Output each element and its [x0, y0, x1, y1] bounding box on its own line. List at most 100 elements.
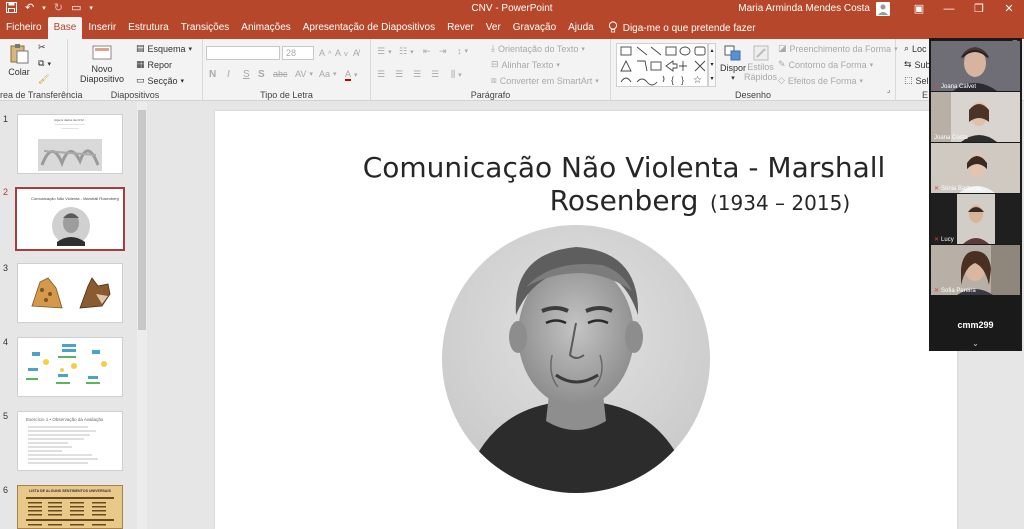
- tab-estrutura[interactable]: Estrutura: [122, 17, 175, 39]
- strike-button[interactable]: S: [258, 69, 265, 80]
- chevron-down-icon[interactable]: ⌄: [929, 339, 1022, 348]
- participant-tile[interactable]: ✕ Joana Calvet: [931, 41, 1020, 91]
- font-size-select[interactable]: 28: [282, 46, 314, 60]
- align-center-button[interactable]: ☰: [395, 69, 403, 80]
- shape-outline-label: Contorno da Forma: [788, 59, 867, 70]
- align-left-button[interactable]: ☰: [377, 69, 385, 80]
- shadow-button[interactable]: abc: [273, 69, 288, 79]
- search-icon: ⌕: [904, 43, 910, 53]
- grow-font-button[interactable]: A ^: [319, 48, 332, 58]
- participant-tile[interactable]: ✕ Lucy: [931, 194, 1020, 244]
- reset-button[interactable]: ▦ Repor: [136, 59, 172, 70]
- line-spacing-button[interactable]: ↕ ▾: [457, 46, 468, 56]
- columns-button[interactable]: ⫼ ▾: [451, 69, 462, 80]
- thumbnails-scrollbar[interactable]: [137, 102, 147, 529]
- line-spacing-icon: ↕: [457, 46, 462, 56]
- shapes-scroll[interactable]: ▴ ▾ ▾: [708, 43, 716, 87]
- arrange-label: Dispor: [720, 63, 747, 73]
- find-button[interactable]: ⌕ Loc: [904, 43, 927, 54]
- format-painter-button[interactable]: 🖌: [38, 74, 49, 85]
- font-family-select[interactable]: [206, 46, 280, 60]
- minimize-icon[interactable]: —: [934, 3, 964, 15]
- replace-icon: ⇆: [904, 59, 912, 69]
- paste-label: Colar: [8, 67, 30, 77]
- thumbnail-preview-selected[interactable]: Comunicação Não Violenta - Marshall Rose…: [15, 187, 125, 251]
- portrait-image[interactable]: [442, 225, 710, 493]
- shape-fill-label: Preenchimento da Forma: [789, 43, 892, 54]
- cut-button[interactable]: ✂: [38, 42, 46, 53]
- italic-button[interactable]: I: [227, 69, 230, 80]
- increase-indent-button[interactable]: ⇥: [439, 46, 447, 57]
- copy-button[interactable]: ⧉ ▾: [38, 58, 51, 69]
- tab-transicoes[interactable]: Transições: [175, 17, 236, 39]
- thumbnail-number: 6: [3, 485, 9, 495]
- restore-icon[interactable]: ❐: [964, 2, 994, 15]
- layout-icon: ▤: [136, 43, 145, 53]
- thumbnail-number: 2: [3, 187, 9, 197]
- smartart-button[interactable]: ⧈ Converter em SmartArt ▾: [491, 75, 599, 86]
- avatar[interactable]: [876, 1, 890, 16]
- decrease-indent-button[interactable]: ⇤: [423, 46, 431, 57]
- participant-name: Joana Costa: [934, 135, 968, 141]
- participant-tile[interactable]: ✕ Sónia Barbosa: [931, 143, 1020, 193]
- quick-styles-button[interactable]: Estilos Rápidos: [744, 44, 777, 82]
- paste-button[interactable]: Colar: [8, 43, 30, 77]
- text-direction-button[interactable]: ⤓ Orientação do Texto ▾: [491, 43, 585, 54]
- scrollbar-thumb[interactable]: [138, 110, 146, 330]
- shapes-gallery[interactable]: {} ☆: [616, 43, 708, 87]
- section-icon: ▭: [136, 75, 145, 85]
- align-right-icon: ☰: [413, 69, 422, 79]
- align-text-button[interactable]: ⊟ Alinhar Texto ▾: [491, 59, 560, 70]
- underline-label: S: [243, 69, 250, 80]
- justify-button[interactable]: ☰: [431, 69, 439, 80]
- tab-animacoes[interactable]: Animações: [235, 17, 296, 39]
- thumbnail-preview[interactable]: [17, 263, 123, 323]
- participant-tile[interactable]: Joana Costa: [931, 92, 1020, 142]
- section-button[interactable]: ▭ Secção ▾: [136, 75, 184, 86]
- thumbnail-preview[interactable]: LISTA DE ALGUNS SENTIMENTOS UNIVERSAIS: [17, 485, 123, 529]
- shape-effects-button[interactable]: ◇ Efeitos de Forma ▾: [778, 75, 863, 86]
- ribbon-display-icon[interactable]: ▣: [904, 2, 934, 15]
- current-slide[interactable]: Comunicação Não Violenta - Marshall Rose…: [215, 111, 957, 529]
- tell-me-search[interactable]: Diga-me o que pretende fazer: [600, 17, 756, 39]
- clear-format-button[interactable]: A̸: [353, 48, 359, 58]
- tab-base[interactable]: Base: [47, 17, 83, 39]
- participant-name: ✕ Joana Calvet: [934, 83, 977, 91]
- numbering-button[interactable]: ☷ ▾: [399, 46, 414, 57]
- align-right-button[interactable]: ☰: [413, 69, 421, 80]
- clipboard-label: rea de Transferência: [0, 90, 83, 100]
- tab-ficheiro[interactable]: Ficheiro: [0, 17, 48, 39]
- shape-fill-button[interactable]: ◪ Preenchimento da Forma ▾: [778, 43, 898, 54]
- participant-tile[interactable]: ✕ Sofia Pereira: [931, 245, 1020, 295]
- bold-button[interactable]: N: [209, 69, 216, 80]
- user-name[interactable]: Maria Arminda Mendes Costa: [738, 3, 870, 14]
- tab-ver[interactable]: Ver: [480, 17, 507, 39]
- slide-subtitle[interactable]: (1934 – 2015): [710, 191, 850, 215]
- thumbnail-preview[interactable]: Exercício 1 • Observação da Avaliação: [17, 411, 123, 471]
- select-button[interactable]: ⬚ Sel: [904, 75, 929, 86]
- new-slide-button[interactable]: Novo Diapositivo: [80, 42, 124, 84]
- thumbnail-preview[interactable]: Alguns dados da CNV... ────────────── ───…: [17, 114, 123, 174]
- new-slide-label-1: Novo: [91, 64, 113, 74]
- spacing-button[interactable]: AV ▾: [295, 69, 313, 79]
- font-color-button[interactable]: A ▾: [345, 69, 358, 81]
- thumbnail-text: LISTA DE ALGUNS SENTIMENTOS UNIVERSAIS: [29, 489, 111, 493]
- tab-ajuda[interactable]: Ajuda: [562, 17, 600, 39]
- thumbnail-preview[interactable]: [17, 337, 123, 397]
- close-icon[interactable]: ✕: [994, 2, 1024, 15]
- tab-rever[interactable]: Rever: [441, 17, 480, 39]
- tell-me-text: Diga-me o que pretende fazer: [622, 22, 756, 34]
- tab-gravacao[interactable]: Gravação: [507, 17, 562, 39]
- thumbnail-giraffe-jackal-image: [31, 277, 111, 309]
- case-button[interactable]: Aa ▾: [319, 69, 337, 79]
- arrange-button[interactable]: Dispor ▾: [720, 44, 746, 82]
- shape-outline-button[interactable]: ✎ Contorno da Forma ▾: [778, 59, 873, 70]
- bullets-button[interactable]: ☰ ▾: [377, 46, 392, 57]
- shrink-font-button[interactable]: Av: [335, 48, 348, 58]
- font-size-value: 28: [286, 48, 297, 58]
- tab-apresentacao[interactable]: Apresentação de Diapositivos: [297, 17, 441, 39]
- layout-button[interactable]: ▤ Esquema ▾: [136, 43, 192, 54]
- replace-button[interactable]: ⇆ Sub: [904, 59, 931, 70]
- tab-inserir[interactable]: Inserir: [82, 17, 122, 39]
- underline-button[interactable]: S: [243, 69, 250, 80]
